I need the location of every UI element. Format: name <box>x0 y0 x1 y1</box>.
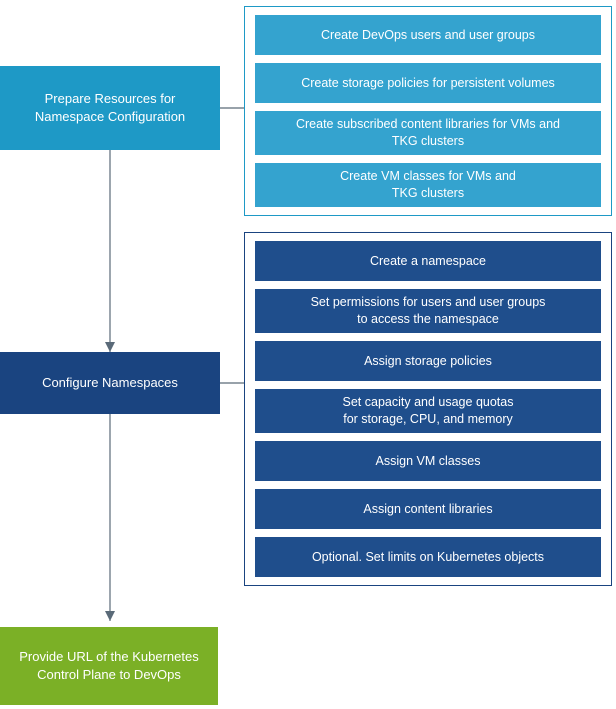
item-label: Create subscribed content libraries for … <box>296 116 560 150</box>
item-label: Assign content libraries <box>363 501 492 518</box>
item-label: Optional. Set limits on Kubernetes objec… <box>312 549 544 566</box>
step-configure-namespaces: Configure Namespaces <box>0 352 220 414</box>
group-prepare-resources-items: Create DevOps users and user groups Crea… <box>244 6 612 216</box>
step-prepare-resources-label: Prepare Resources forNamespace Configura… <box>35 90 185 125</box>
item-assign-content-libraries: Assign content libraries <box>255 489 601 529</box>
item-create-namespace: Create a namespace <box>255 241 601 281</box>
item-label: Create a namespace <box>370 253 486 270</box>
step-provide-url: Provide URL of the Kubernetes Control Pl… <box>0 627 218 705</box>
item-label: Assign storage policies <box>364 353 492 370</box>
item-assign-vm-classes: Assign VM classes <box>255 441 601 481</box>
item-label: Create DevOps users and user groups <box>321 27 535 44</box>
item-label: Set capacity and usage quotas for storag… <box>343 394 514 428</box>
item-assign-storage-policies: Assign storage policies <box>255 341 601 381</box>
step-provide-url-label: Provide URL of the Kubernetes Control Pl… <box>10 648 208 683</box>
item-create-devops-users: Create DevOps users and user groups <box>255 15 601 55</box>
item-create-content-libraries: Create subscribed content libraries for … <box>255 111 601 155</box>
item-set-permissions: Set permissions for users and user group… <box>255 289 601 333</box>
step-prepare-resources: Prepare Resources forNamespace Configura… <box>0 66 220 150</box>
group-configure-namespaces-items: Create a namespace Set permissions for u… <box>244 232 612 586</box>
step-configure-namespaces-label: Configure Namespaces <box>42 374 178 392</box>
diagram-canvas: Prepare Resources forNamespace Configura… <box>0 0 616 709</box>
item-create-storage-policies: Create storage policies for persistent v… <box>255 63 601 103</box>
item-label: Create VM classes for VMs andTKG cluster… <box>340 168 516 202</box>
item-label: Create storage policies for persistent v… <box>301 75 555 92</box>
item-create-vm-classes: Create VM classes for VMs andTKG cluster… <box>255 163 601 207</box>
item-optional-limits: Optional. Set limits on Kubernetes objec… <box>255 537 601 577</box>
item-label: Set permissions for users and user group… <box>311 294 546 328</box>
item-label: Assign VM classes <box>376 453 481 470</box>
item-set-capacity-quotas: Set capacity and usage quotas for storag… <box>255 389 601 433</box>
